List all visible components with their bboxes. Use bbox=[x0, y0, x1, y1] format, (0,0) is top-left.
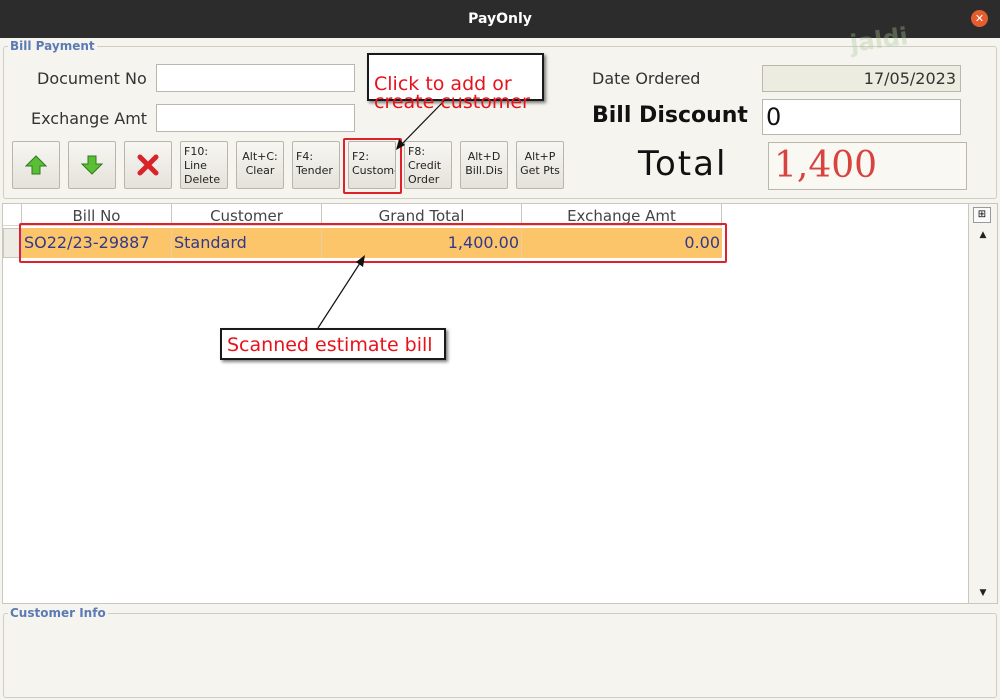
credit-order-button[interactable]: F8: Credit Order bbox=[404, 141, 452, 189]
row-highlight bbox=[19, 223, 727, 263]
customer-info-group: Customer Info bbox=[3, 606, 997, 698]
move-down-button[interactable] bbox=[68, 141, 116, 189]
customer-button-highlight bbox=[343, 138, 402, 194]
bill-discount-button[interactable]: Alt+D Bill.Dis bbox=[460, 141, 508, 189]
scroll-up-icon[interactable]: ▲ bbox=[969, 226, 997, 244]
delete-x-icon bbox=[137, 154, 159, 176]
move-up-button[interactable] bbox=[12, 141, 60, 189]
document-no-input[interactable] bbox=[156, 64, 355, 92]
vertical-scrollbar[interactable]: ⊞ ▲ ▼ bbox=[968, 204, 997, 603]
close-icon[interactable]: ✕ bbox=[971, 10, 988, 27]
line-delete-button[interactable]: F10: Line Delete bbox=[180, 141, 228, 189]
bill-payment-legend: Bill Payment bbox=[10, 39, 95, 53]
bill-discount-field[interactable]: 0 bbox=[762, 99, 961, 135]
customer-info-legend: Customer Info bbox=[10, 606, 106, 620]
customer-callout-text: Click to add or create customer bbox=[374, 73, 530, 113]
customer-callout: Click to add or create customer bbox=[367, 53, 544, 112]
delete-button[interactable] bbox=[124, 141, 172, 189]
arrow-down-icon bbox=[81, 155, 103, 175]
bill-callout: Scanned estimate bill bbox=[220, 328, 446, 360]
document-no-label: Document No bbox=[37, 69, 147, 88]
scroll-down-icon[interactable]: ▼ bbox=[969, 584, 997, 602]
exchange-amt-input[interactable] bbox=[156, 104, 355, 132]
total-label: Total bbox=[638, 144, 728, 184]
arrow-up-icon bbox=[25, 155, 47, 175]
tender-button[interactable]: F4: Tender bbox=[292, 141, 340, 189]
date-ordered-label: Date Ordered bbox=[592, 69, 701, 88]
date-ordered-field[interactable]: 17/05/2023 bbox=[762, 65, 961, 92]
window-title: PayOnly bbox=[468, 11, 532, 27]
total-field: 1,400 bbox=[768, 142, 967, 190]
bill-callout-text: Scanned estimate bill bbox=[227, 334, 433, 356]
exchange-amt-label: Exchange Amt bbox=[31, 109, 148, 128]
bill-discount-label: Bill Discount bbox=[592, 103, 748, 128]
get-points-button[interactable]: Alt+P Get Pts bbox=[516, 141, 564, 189]
clear-button[interactable]: Alt+C: Clear bbox=[236, 141, 284, 189]
bills-table: Bill No Customer Grand Total Exchange Am… bbox=[2, 203, 998, 604]
column-chooser-icon[interactable]: ⊞ bbox=[973, 207, 991, 223]
